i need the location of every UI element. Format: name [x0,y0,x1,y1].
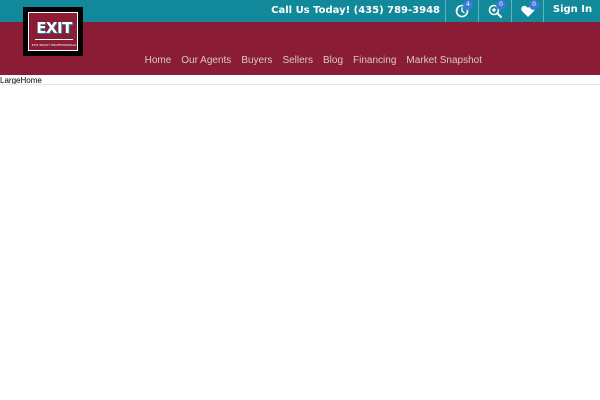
favorites-count-badge: 0 [529,0,539,10]
logo-wordmark: EXIT [36,19,72,37]
history-button[interactable]: 4 [445,0,478,22]
site-logo[interactable]: EXIT EXIT REALTY PROFESSIONALS [23,7,83,56]
saved-searches-button[interactable]: 0 [478,0,511,22]
nav-item-financing[interactable]: Financing [348,55,401,67]
favorites-button[interactable]: 0 [511,0,544,22]
main-navigation: Home Our Agents Buyers Sellers Blog Fina… [140,55,487,67]
call-us-text: Call Us Today! (435) 789-3948 [271,5,440,16]
nav-item-sellers[interactable]: Sellers [277,55,318,67]
nav-item-buyers[interactable]: Buyers [236,55,277,67]
sign-in-link[interactable]: Sign In [543,0,600,22]
nav-item-market-snapshot[interactable]: Market Snapshot [401,55,487,67]
main-header-bar [0,22,600,75]
history-count-badge: 4 [463,0,473,10]
nav-item-our-agents[interactable]: Our Agents [176,55,236,67]
nav-item-blog[interactable]: Blog [318,55,348,67]
top-bar: Call Us Today! (435) 789-3948 4 0 0 Sign… [0,0,600,22]
hero-image-border [0,84,600,85]
nav-item-home[interactable]: Home [140,55,177,67]
logo-divider [35,39,73,40]
logo-frame: EXIT EXIT REALTY PROFESSIONALS [28,12,78,51]
logo-subtext: EXIT REALTY PROFESSIONALS [31,43,77,47]
saved-searches-count-badge: 0 [496,0,506,10]
